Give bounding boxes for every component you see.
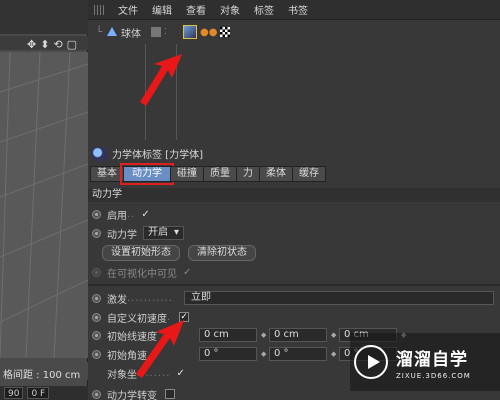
- enabled-label: 启用: [107, 210, 127, 222]
- perspective-grid: [0, 52, 88, 358]
- scale-icon[interactable]: ⬍: [40, 38, 49, 51]
- viewport-nav-icons: ✥ ⬍ ⟲ ▢: [27, 38, 77, 51]
- visible-label: 在可视化中可见: [107, 268, 177, 280]
- 3d-viewport[interactable]: ✥ ⬍ ⟲ ▢ 格间距 : 100 cm 90 0 F: [0, 0, 88, 400]
- watermark: 溜溜自学 ZIXUE.3D66.COM: [350, 333, 500, 391]
- clear-initial-state-button[interactable]: 清除初状态: [188, 245, 256, 261]
- keyframe-radio[interactable]: [92, 389, 101, 399]
- menu-file[interactable]: 文件: [118, 2, 138, 17]
- frame-current-field[interactable]: 0 F: [27, 387, 50, 399]
- stepper-icon[interactable]: ◆: [331, 350, 337, 358]
- keyframe-radio[interactable]: [92, 228, 101, 238]
- dynamics-dropdown-value: 开启: [148, 227, 168, 238]
- menu-edit[interactable]: 编辑: [152, 2, 172, 17]
- linear-velocity-x[interactable]: 0 cm: [199, 328, 257, 342]
- keyframe-radio[interactable]: [92, 267, 101, 277]
- stepper-icon[interactable]: ◆: [261, 331, 267, 339]
- menu-tags[interactable]: 标签: [254, 2, 274, 17]
- panel-grip-icon[interactable]: [94, 4, 104, 15]
- angular-velocity-x[interactable]: 0 °: [199, 347, 257, 361]
- dynamics-label: 动力学: [107, 229, 137, 241]
- watermark-subtitle: ZIXUE.3D66.COM: [396, 371, 471, 380]
- frame-start-field[interactable]: 90: [4, 387, 24, 399]
- tree-branch-icon: └: [96, 26, 103, 38]
- linear-velocity-y[interactable]: 0 cm: [269, 328, 327, 342]
- tab-mass[interactable]: 质量: [203, 166, 237, 182]
- watermark-title: 溜溜自学: [396, 349, 468, 370]
- viewport-topbar: [0, 0, 88, 34]
- keyframe-radio[interactable]: [92, 293, 101, 303]
- layer-icon[interactable]: [151, 27, 162, 37]
- trigger-label: 激发: [107, 294, 127, 306]
- maximize-icon[interactable]: ▢: [67, 38, 77, 51]
- initial-state-buttons: 设置初始形态 清除初状态: [88, 245, 500, 261]
- dynamic-transform-label: 动力学转变: [107, 390, 157, 400]
- menu-objects[interactable]: 对象: [220, 2, 240, 17]
- object-coords-label: 对象坐: [107, 369, 137, 381]
- grid-spacing-label: 格间距 : 100 cm: [0, 362, 88, 381]
- play-logo-icon: [354, 345, 388, 379]
- attributes-title-text: 力学体标签 [力学体]: [112, 150, 203, 161]
- enabled-checkbox[interactable]: ✓: [141, 209, 149, 220]
- angular-velocity-y[interactable]: 0 °: [269, 347, 327, 361]
- annotation-arrow-icon: [136, 320, 184, 378]
- stepper-icon[interactable]: ◆: [331, 331, 337, 339]
- dynamics-tag-icon: [92, 146, 108, 161]
- set-initial-state-button[interactable]: 设置初始形态: [102, 245, 180, 261]
- keyframe-radio[interactable]: [92, 209, 101, 219]
- chevron-down-icon: ▾: [174, 227, 180, 238]
- trigger-row: 激发 ........... 立即: [88, 290, 500, 306]
- rotate-icon[interactable]: ⟲: [53, 38, 62, 51]
- menu-bookmarks[interactable]: 书签: [288, 2, 308, 17]
- visible-checkbox[interactable]: ✓: [183, 267, 191, 278]
- dynamics-row: 动力学 开启 ▾: [88, 225, 500, 241]
- tab-basic[interactable]: 基本: [90, 166, 124, 182]
- dynamics-dropdown[interactable]: 开启 ▾: [143, 226, 185, 240]
- visibility-dots-icon[interactable]: ⁚: [164, 27, 174, 37]
- section-header: 动力学: [88, 188, 500, 202]
- annotation-arrow-icon: [140, 54, 182, 106]
- visible-row: 在可视化中可见 ✓: [88, 264, 500, 280]
- menu-view[interactable]: 查看: [186, 2, 206, 17]
- attribute-tabs: 基本 动力学 碰撞 质量 力 柔体 缓存: [90, 163, 326, 185]
- timeline-fields: 90 0 F: [0, 386, 88, 400]
- section-divider: [88, 284, 500, 286]
- tab-force[interactable]: 力: [236, 166, 260, 182]
- tab-cache[interactable]: 缓存: [292, 166, 326, 182]
- keyframe-radio[interactable]: [92, 330, 101, 340]
- attributes-title: 力学体标签 [力学体]: [92, 146, 203, 161]
- object-row-sphere[interactable]: └ 球体 ⁚ ●●: [88, 20, 500, 44]
- move-icon[interactable]: ✥: [27, 38, 36, 51]
- enabled-row: 启用 .. ✓: [88, 206, 500, 222]
- menu-bar: 文件 编辑 查看 对象 标签 书签: [88, 0, 500, 20]
- sphere-icon: [107, 27, 118, 36]
- material-tag-icon[interactable]: ●●: [200, 27, 217, 38]
- keyframe-radio[interactable]: [92, 312, 101, 322]
- keyframe-radio[interactable]: [92, 349, 101, 359]
- viewport-grid[interactable]: [0, 52, 88, 358]
- tab-collision[interactable]: 碰撞: [170, 166, 204, 182]
- object-name[interactable]: 球体: [121, 25, 141, 40]
- tab-dynamics[interactable]: 动力学: [120, 163, 174, 185]
- checker-tag-icon[interactable]: [220, 27, 231, 37]
- tab-softbody[interactable]: 柔体: [259, 166, 293, 182]
- trigger-dropdown[interactable]: 立即: [184, 291, 494, 305]
- dynamic-transform-checkbox[interactable]: [165, 389, 175, 399]
- dynamics-body-tag-icon[interactable]: [183, 25, 198, 39]
- stepper-icon[interactable]: ◆: [261, 350, 267, 358]
